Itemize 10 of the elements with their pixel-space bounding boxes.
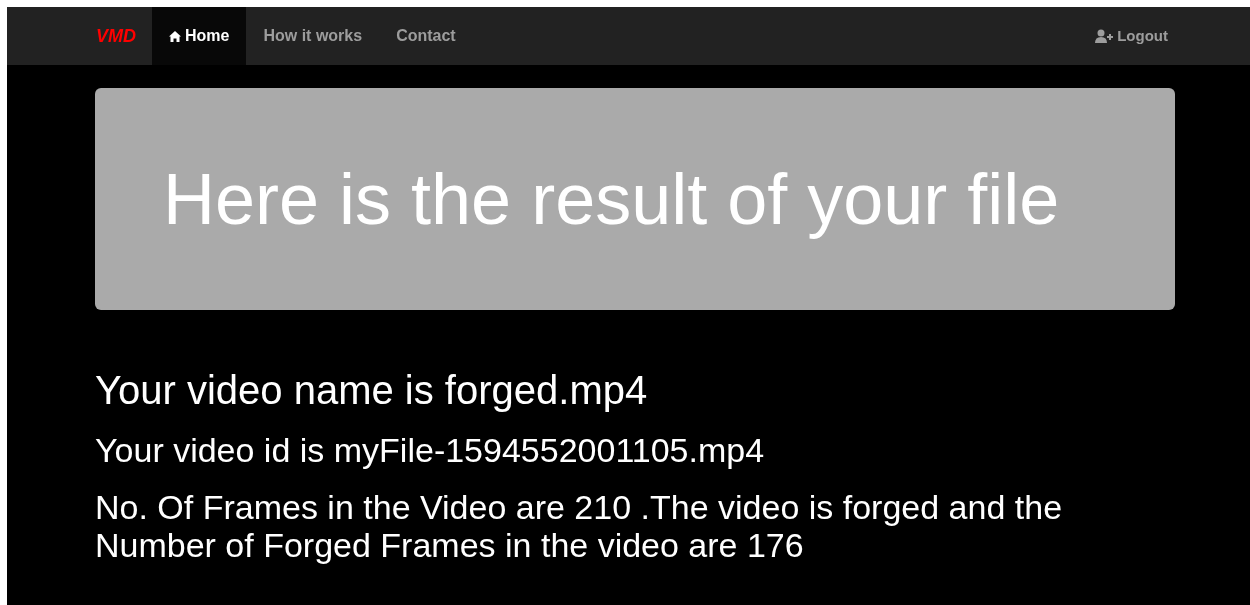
nav-link[interactable]: Contact (379, 7, 473, 65)
nav-link[interactable]: How it works (246, 7, 380, 65)
home-icon (169, 30, 181, 42)
brand-logo[interactable]: VMD (96, 7, 152, 65)
result-summary-text: No. Of Frames in the Video are 210 .The video is forged and the Number of Forged Frames in the video are 176 (95, 489, 1064, 565)
video-name-text: Your video name is forged.mp4 (95, 368, 649, 412)
video-id-text: Your video id is myFile-1594552001105.mp4 (95, 432, 766, 470)
add-user-icon (1095, 29, 1114, 43)
nav-link[interactable]: Home (152, 7, 247, 65)
logout-link[interactable]: Logout (1095, 7, 1168, 65)
